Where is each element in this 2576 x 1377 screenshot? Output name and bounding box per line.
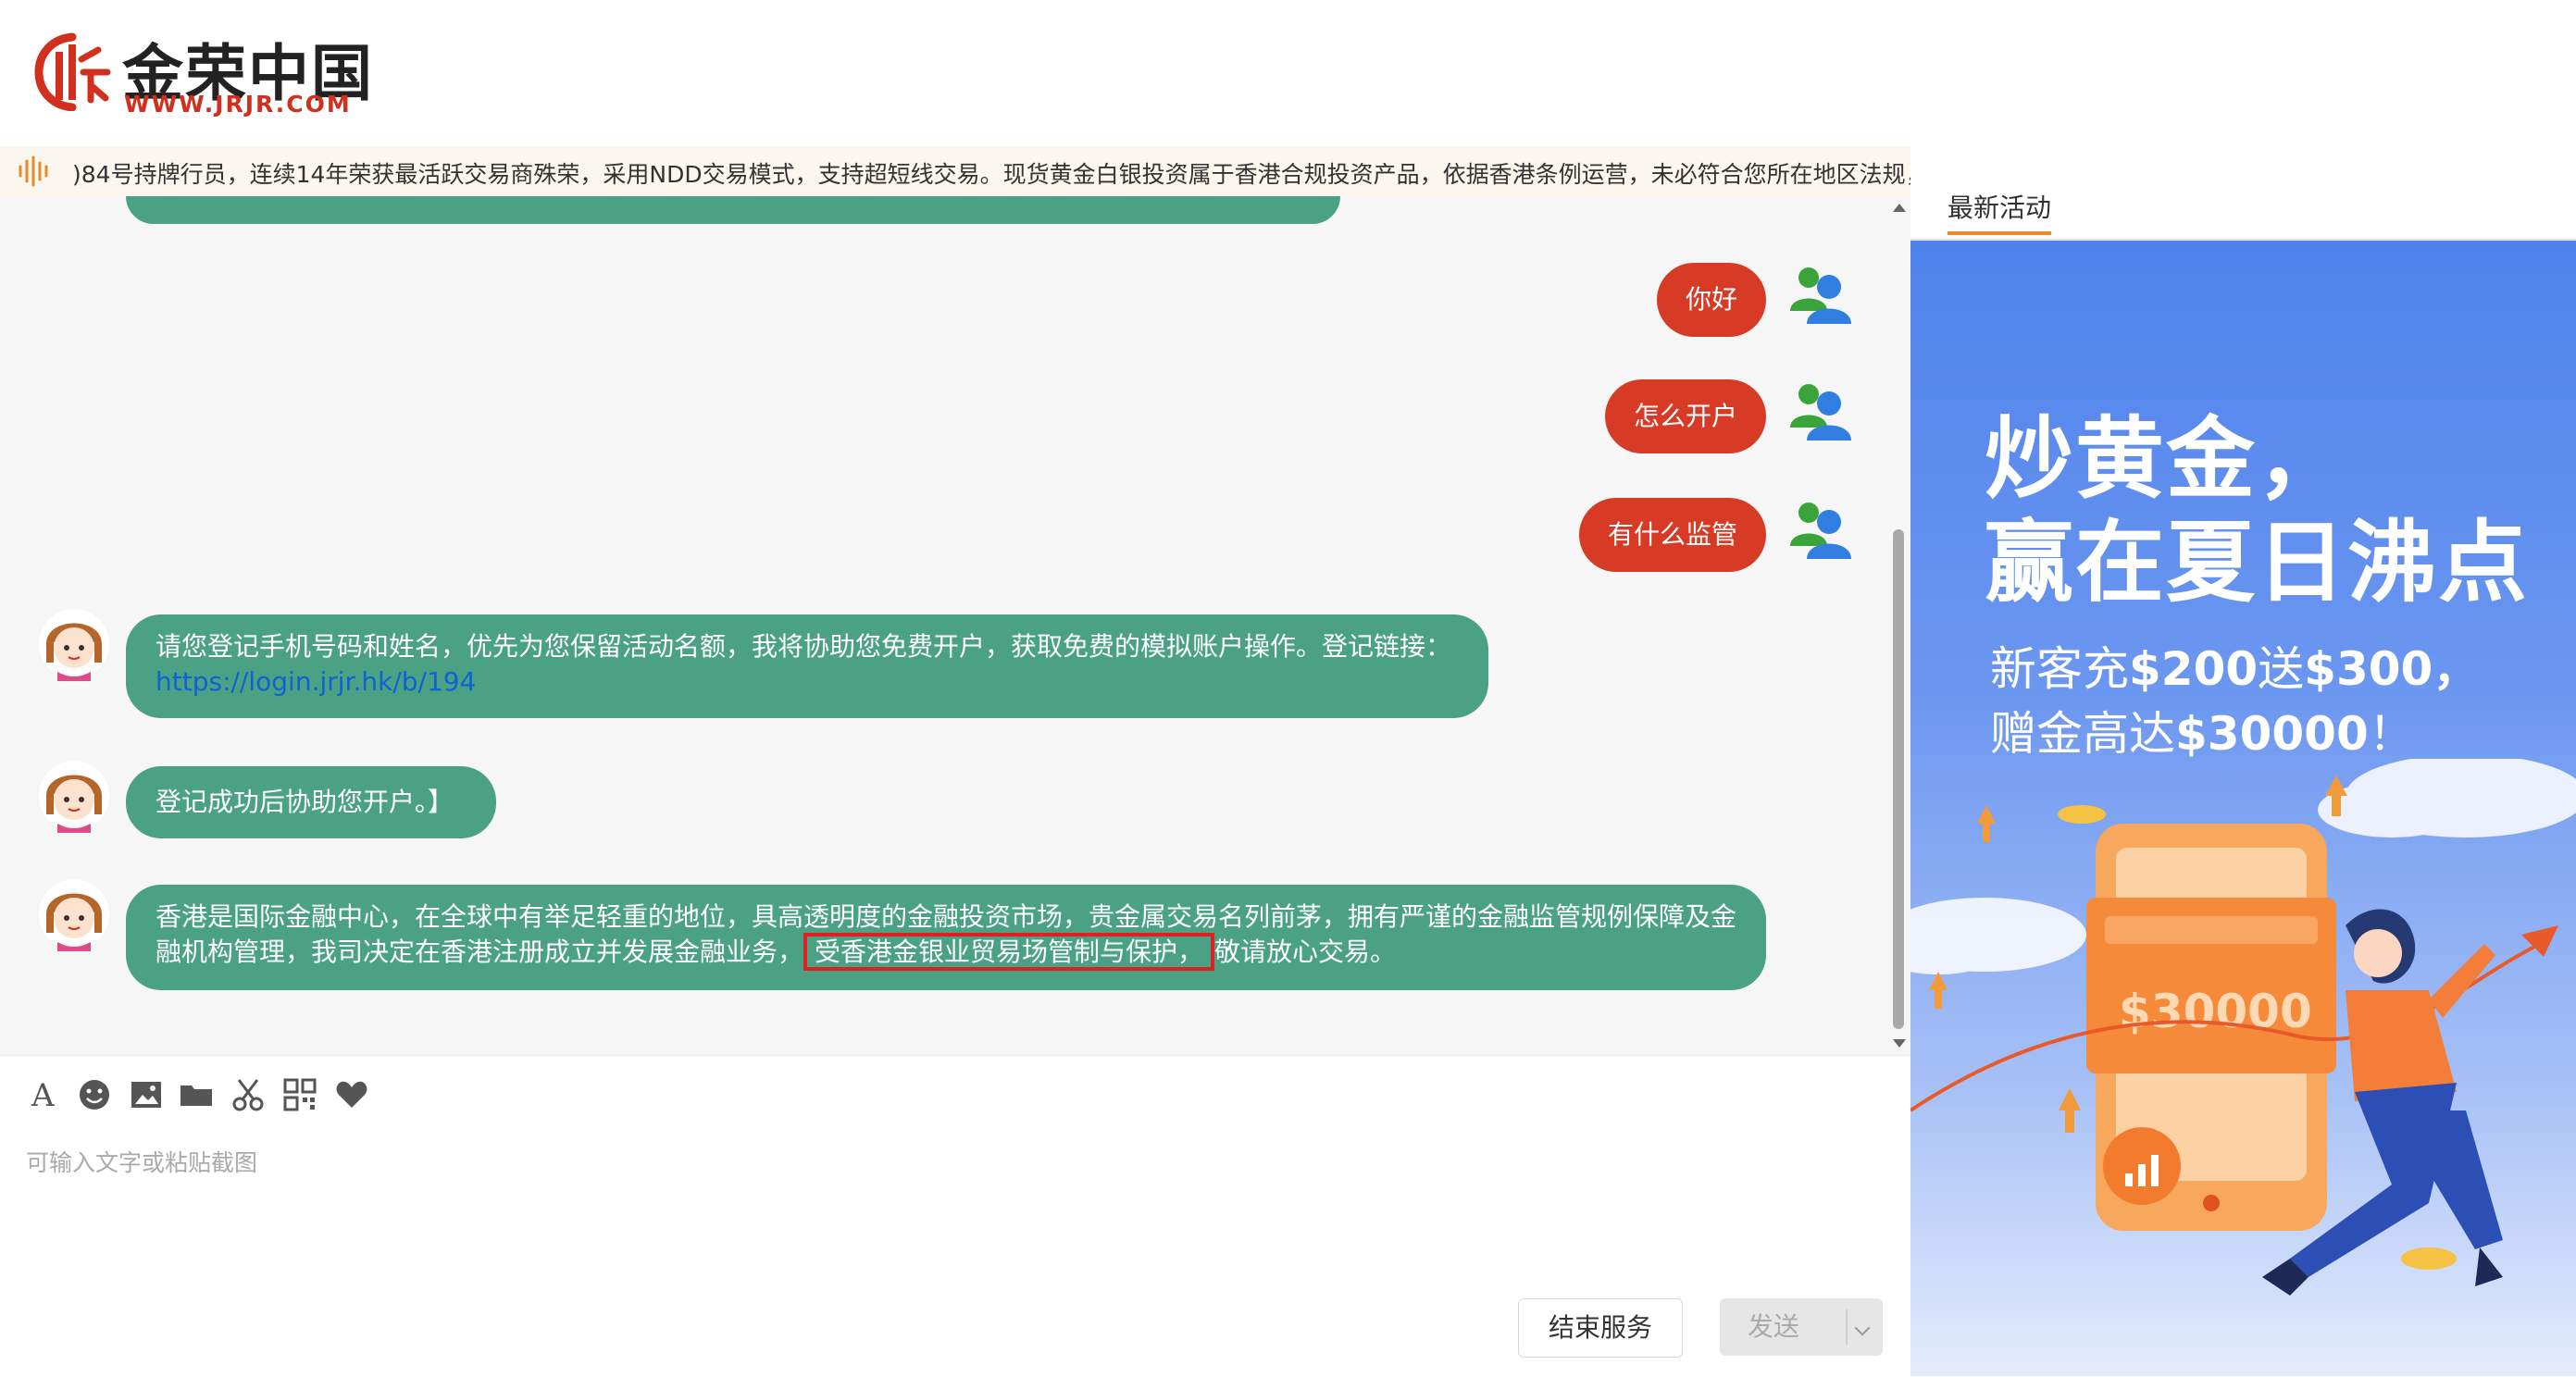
send-button[interactable]: 发送 <box>1720 1298 1883 1356</box>
agent-message-bubble: 登记成功后协助您开户。】 <box>126 766 496 838</box>
chat-scrollbar[interactable] <box>1888 196 1910 1055</box>
user-message-bubble: 怎么开户 <box>1605 379 1766 453</box>
message-composer: A 可输入文字或粘贴截图 结束服务 发送 <box>0 1055 1910 1377</box>
banner-headline: 炒黄金， 赢在夏日沸点 <box>1985 407 2529 614</box>
agent-message-bubble-partial <box>126 196 1340 224</box>
send-divider <box>1846 1309 1848 1345</box>
agent-avatar-icon <box>39 879 109 951</box>
heart-icon[interactable] <box>333 1076 370 1113</box>
registration-link[interactable]: https://login.jrjr.hk/b/194 <box>156 666 476 697</box>
agent-message-text: 请您登记手机号码和姓名，优先为您保留活动名额，我将协助您免费开户，获取免费的模拟… <box>156 631 1452 662</box>
promo-text: 新客充 <box>1990 642 2129 696</box>
user-avatar-icon <box>1790 502 1851 559</box>
promo-amount: $300， <box>2304 642 2480 696</box>
agent-message-bubble: 香港是国际金融中心，在全球中有举足轻重的地位，具高透明度的金融投资市场，贵金属交… <box>126 885 1766 990</box>
user-avatar-icon <box>1790 267 1851 324</box>
send-button-label: 发送 <box>1748 1311 1800 1342</box>
user-message-bubble: 有什么监管 <box>1579 498 1766 572</box>
font-icon[interactable]: A <box>26 1076 63 1113</box>
promo-amount: $30000 <box>2175 707 2369 761</box>
user-message-bubble: 你好 <box>1657 263 1766 337</box>
message-input[interactable]: 可输入文字或粘贴截图 <box>26 1145 257 1178</box>
banner-headline-line1: 炒黄金， <box>1985 407 2347 511</box>
user-message-text: 你好 <box>1685 284 1737 315</box>
agent-avatar-icon <box>39 609 109 681</box>
sound-wave-icon <box>19 155 48 187</box>
chevron-down-icon[interactable] <box>1854 1320 1871 1336</box>
agent-message-text: 登记成功后协助您开户。】 <box>156 787 454 817</box>
chat-history[interactable]: 你好 怎么开户 有什么监管 请您登记手机号码和姓名，优先为您保留活动名额，我将协… <box>0 196 1888 1055</box>
promo-amount: $200 <box>2129 642 2259 696</box>
scroll-down-arrow-icon[interactable] <box>1893 1039 1906 1048</box>
promo-banner[interactable]: 炒黄金， 赢在夏日沸点 新客充$200送$300， 赠金高达$30000！ $3… <box>1910 241 2576 1376</box>
banner-amount-label: $30000 <box>2119 985 2312 1038</box>
image-icon[interactable] <box>128 1076 165 1113</box>
qrcode-icon[interactable] <box>281 1076 318 1113</box>
promo-text: 赠金高达 <box>1990 707 2175 761</box>
tab-latest-activities[interactable]: 最新活动 <box>1948 188 2051 225</box>
ticker-text: )84号持牌行员，连续14年荣获最活跃交易商殊荣，采用NDD交易模式，支持超短线… <box>72 161 1910 188</box>
scroll-thumb[interactable] <box>1893 529 1904 1029</box>
highlighted-text: 受香港金银业贸易场管制与保护， <box>803 933 1215 971</box>
agent-avatar-icon <box>39 761 109 833</box>
announcement-ticker: )84号持牌行员，连续14年荣获最活跃交易商殊荣，采用NDD交易模式，支持超短线… <box>0 146 1910 196</box>
active-tab-indicator <box>1948 231 2051 235</box>
promo-text: 送 <box>2258 642 2305 696</box>
brand-logo[interactable]: 金荣中国 WWW.JRJR.COM <box>33 28 372 120</box>
user-message-text: 有什么监管 <box>1607 519 1737 550</box>
promo-text: ！ <box>2368 707 2415 761</box>
banner-headline-line2: 赢在夏日沸点 <box>1985 511 2529 614</box>
banner-promo: 新客充$200送$300， 赠金高达$30000！ <box>1990 637 2479 766</box>
banner-illustration: $30000 <box>1910 759 2576 1296</box>
agent-message-text-end: 敬请放心交易。 <box>1214 937 1397 967</box>
scissors-icon[interactable] <box>230 1076 267 1113</box>
svg-text:A: A <box>31 1077 55 1113</box>
sidebar: 最新活动 炒黄金， 赢在夏日沸点 新客充$200送$300， 赠金高达$3000… <box>1910 146 2576 1376</box>
user-avatar-icon <box>1790 384 1851 440</box>
user-message-text: 怎么开户 <box>1633 401 1737 431</box>
agent-message-bubble: 请您登记手机号码和姓名，优先为您保留活动名额，我将协助您免费开户，获取免费的模拟… <box>126 614 1488 718</box>
scroll-up-arrow-icon[interactable] <box>1893 204 1906 212</box>
end-service-button[interactable]: 结束服务 <box>1518 1298 1683 1358</box>
brand-url: WWW.JRJR.COM <box>124 91 352 118</box>
emoji-icon[interactable] <box>76 1076 113 1113</box>
logo-mark-icon <box>34 32 111 111</box>
header: 金荣中国 WWW.JRJR.COM <box>0 0 2576 146</box>
folder-icon[interactable] <box>178 1076 215 1113</box>
